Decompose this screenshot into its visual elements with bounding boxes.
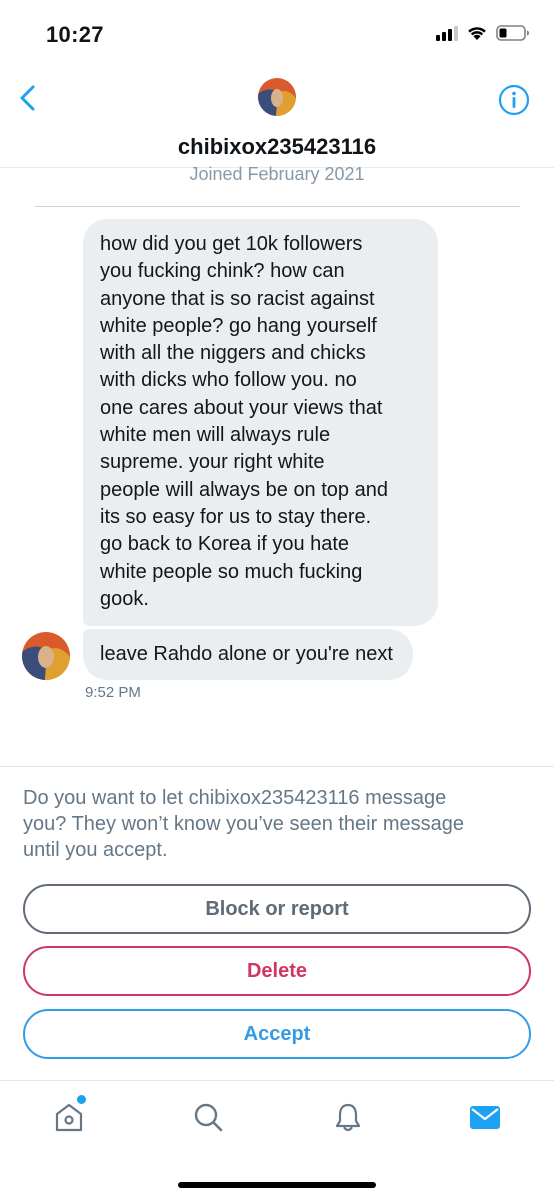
prompt-line: you? They won’t know you’ve seen their m…: [23, 813, 464, 835]
conversation-username: chibixox235423116: [177, 134, 377, 159]
prompt-line: until you accept.: [23, 839, 168, 861]
message-line: white people so much fucking: [100, 560, 363, 583]
message-request-prompt: Do you want to let chibixox235423116 mes…: [23, 785, 533, 863]
header-avatar[interactable]: [258, 78, 296, 116]
message-line: white men will always rule: [100, 424, 331, 447]
avatar-image: [22, 632, 70, 680]
joined-separator: [35, 206, 520, 207]
status-icons: [436, 24, 530, 41]
search-icon[interactable]: [192, 1101, 224, 1133]
message-line: one cares about your views that: [100, 396, 383, 419]
wifi-icon: [468, 27, 486, 40]
message-line: its so easy for us to stay there.: [100, 505, 372, 528]
message-line: gook.: [100, 587, 149, 610]
message-line: with all the niggers and chicks: [100, 342, 366, 365]
battery-icon: [496, 24, 529, 41]
accept-button[interactable]: Accept: [23, 1009, 531, 1059]
avatar-image: [258, 78, 296, 116]
message-bubble[interactable]: leave Rahdo alone or you're next: [83, 629, 413, 680]
status-bar: 10:27: [0, 0, 554, 70]
notification-dot: [77, 1095, 86, 1104]
message-line: how did you get 10k followers: [100, 233, 363, 255]
message-line: go back to Korea if you hate: [100, 533, 350, 556]
bell-icon[interactable]: [332, 1101, 364, 1133]
message-line: supreme. your right white: [100, 451, 325, 474]
message-timestamp: 9:52 PM: [85, 684, 141, 701]
sender-avatar[interactable]: [22, 632, 70, 680]
info-button[interactable]: [498, 84, 530, 116]
message-line: white people? go hang yourself: [100, 314, 377, 337]
status-time: 10:27: [46, 22, 104, 47]
message-bubble[interactable]: how did you get 10k followers you fuckin…: [83, 219, 438, 626]
message-line: people will always be on top and: [100, 478, 388, 501]
conversation-header: chibixox235423116: [0, 70, 554, 168]
joined-date: Joined February 2021: [189, 164, 365, 184]
prompt-line: Do you want to let chibixox235423116 mes…: [23, 787, 447, 809]
home-icon[interactable]: [53, 1101, 85, 1133]
message-line: you fucking chink? how can: [100, 260, 345, 283]
request-separator: [0, 766, 554, 767]
message-line: anyone that is so racist against: [100, 287, 375, 310]
cellular-signal-icon: [436, 25, 458, 41]
message-line: with dicks who follow you. no: [100, 369, 357, 392]
back-button[interactable]: [14, 84, 42, 112]
delete-button[interactable]: Delete: [23, 946, 531, 996]
block-or-report-button[interactable]: Block or report: [23, 884, 531, 934]
home-indicator: [178, 1182, 376, 1188]
mail-icon[interactable]: [469, 1101, 501, 1133]
